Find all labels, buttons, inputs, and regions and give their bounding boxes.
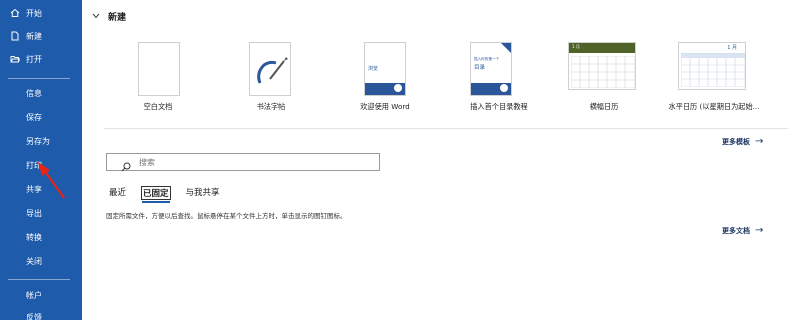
tab-shared-with-me[interactable]: 与我共享: [185, 186, 221, 200]
template-label: 插入首个目录教程: [470, 102, 528, 111]
template-toc-tutorial[interactable]: 插入你的第一个 目录 插入首个目录教程: [449, 42, 549, 116]
template-blank-document[interactable]: 空白文档: [108, 42, 208, 116]
more-templates-link[interactable]: 更多模板 →: [722, 136, 763, 147]
thumb-month: 1 月: [727, 45, 737, 51]
arrow-circle-icon: [394, 84, 402, 92]
search-box[interactable]: [106, 153, 380, 172]
thumb-month: 1 月: [572, 44, 580, 49]
tab-recent[interactable]: 最近: [108, 186, 127, 200]
section-title: 新建: [108, 13, 127, 23]
calendar-grid: [571, 56, 635, 88]
template-thumbnail: 浏览: [364, 42, 406, 96]
thumb-text: 目录: [474, 65, 486, 71]
arrow-right-icon: →: [755, 225, 764, 236]
more-templates-label: 更多模板: [722, 137, 750, 146]
tab-pinned[interactable]: 已固定: [141, 186, 171, 203]
annotation-arrow: [38, 162, 65, 199]
template-label: 书法字帖: [256, 102, 286, 111]
template-label: 欢迎使用 Word: [360, 102, 410, 111]
template-welcome-word[interactable]: 浏览 欢迎使用 Word: [335, 42, 435, 116]
main-panel: 新建 空白文档 书法字帖 浏览 欢迎使用 Word 插入你的第一个 目录 插入首…: [82, 0, 800, 320]
template-calligraphy[interactable]: 书法字帖: [221, 42, 321, 116]
more-documents-link[interactable]: 更多文档 →: [722, 225, 763, 236]
calendar-header: 1 月: [569, 43, 635, 53]
template-thumbnail: 1 月: [568, 42, 636, 90]
template-thumbnail: 插入你的第一个 目录: [470, 42, 512, 96]
thumb-text: 插入你的第一个: [474, 57, 500, 61]
arrow-right-icon: →: [755, 136, 764, 147]
template-banner-calendar[interactable]: 1 月 横幅日历: [554, 42, 654, 116]
search-icon: [121, 157, 131, 172]
template-thumbnail: [138, 42, 180, 96]
thumb-text: 浏览: [368, 66, 379, 72]
word-backstage: 开始 新建 打开 信息 保存 另存为 打印 共享 导出 转换 关闭 帐户 反馈: [0, 0, 800, 320]
template-label: 空白文档: [143, 102, 173, 111]
new-section-header[interactable]: 新建: [92, 10, 126, 23]
more-documents-label: 更多文档: [722, 226, 750, 235]
file-tabs: 最近 已固定 与我共享: [108, 186, 235, 203]
template-label: 水平日历 (以星期日为起始...: [668, 102, 760, 111]
pinned-hint-text: 固定所需文件，方便以后查找。鼠标悬停在某个文件上方时，单击显示的图钉图标。: [106, 212, 347, 220]
search-input[interactable]: [139, 157, 359, 167]
corner-ribbon: [501, 43, 511, 53]
arrow-circle-icon: [500, 84, 508, 92]
calendar-grid: [681, 53, 745, 87]
template-horizontal-calendar[interactable]: 1 月 水平日历 (以星期日为起始...: [664, 42, 764, 116]
template-thumbnail: 1 月: [678, 42, 746, 90]
chevron-down-icon: [92, 12, 100, 22]
section-divider: [104, 128, 788, 129]
template-thumbnail: [249, 42, 291, 96]
template-label: 横幅日历: [589, 102, 619, 111]
calligraphy-brush-icon: [257, 57, 288, 84]
